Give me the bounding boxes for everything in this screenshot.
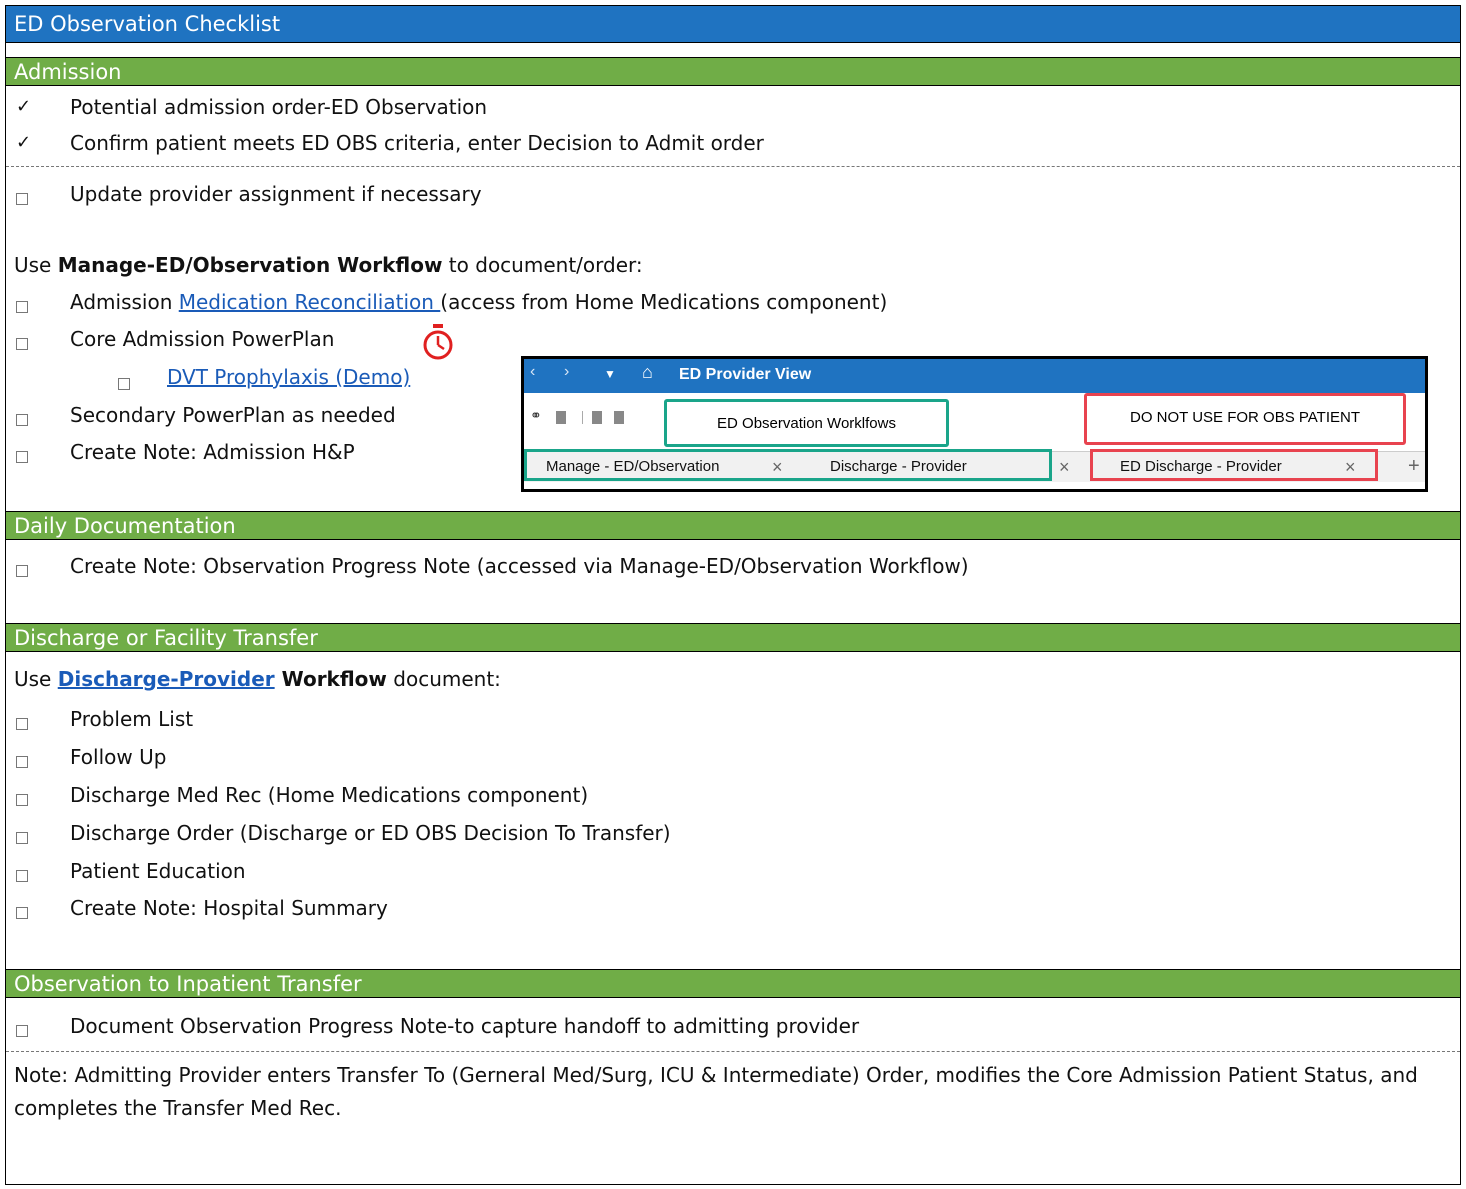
document-icon [592,411,602,424]
tab-ed-discharge-provider[interactable]: ED Discharge - Provider × [1120,452,1356,482]
checkbox-icon[interactable] [16,193,28,205]
checkbox-icon[interactable] [16,301,28,313]
transfer-note: Note: Admitting Provider enters Transfer… [14,1063,1418,1120]
divider [6,166,1460,167]
screenshot-title: ED Provider View [679,366,812,383]
checkbox-icon[interactable] [16,870,28,882]
workflow-tabs: Manage - ED/Observation × Discharge - Pr… [524,449,1425,482]
discharge-provider-link[interactable]: Discharge-Provider [58,667,275,691]
add-tab-icon[interactable]: + [1408,452,1420,480]
checkmark-icon: ✓ [16,132,32,153]
back-arrow-icon: ‹ [530,363,536,380]
divider [6,1051,1460,1052]
dvt-prophylaxis-link[interactable]: DVT Prophylaxis (Demo) [167,364,410,390]
document-icon [614,411,624,424]
section-header-discharge: Discharge or Facility Transfer [6,623,1460,652]
screenshot-header: ‹ › ▼ ⌂ ED Provider View [524,359,1425,393]
document-icon [556,411,566,424]
checkbox-icon[interactable] [16,832,28,844]
checkbox-icon[interactable] [16,756,28,768]
document-title: ED Observation Checklist [6,6,1460,43]
toolbar-separator [582,411,583,424]
close-icon[interactable]: × [1059,452,1070,482]
section-header-inpatient-transfer: Observation to Inpatient Transfer [6,969,1460,998]
forward-arrow-icon: › [564,363,570,380]
ed-provider-view-screenshot: ‹ › ▼ ⌂ ED Provider View ⚭ ED Observatio… [521,356,1428,492]
tab-manage-ed-observation[interactable]: Manage - ED/Observation × [546,452,783,482]
close-icon[interactable]: × [1345,452,1356,482]
stopwatch-icon [423,324,453,360]
checkbox-icon[interactable] [16,414,28,426]
checkbox-icon[interactable] [16,718,28,730]
checkbox-icon[interactable] [16,794,28,806]
dropdown-arrow-icon: ▼ [604,367,616,381]
checkbox-icon[interactable] [16,565,28,577]
checkbox-icon[interactable] [118,378,130,390]
tab-discharge-provider[interactable]: Discharge - Provider [830,452,967,482]
medication-reconciliation-link[interactable]: Medication Reconciliation [179,290,441,314]
close-icon[interactable]: × [772,452,783,482]
checkbox-icon[interactable] [16,907,28,919]
binoculars-icon: ⚭ [530,407,542,423]
section-header-daily-documentation: Daily Documentation [6,511,1460,540]
checkmark-icon: ✓ [16,96,32,117]
home-icon: ⌂ [642,362,653,382]
section-header-admission: Admission [6,57,1460,86]
observation-workflows-callout: ED Observation Worklfows [664,399,949,447]
screenshot-toolbar: ⚭ ED Observation Worklfows DO NOT USE FO… [524,393,1425,449]
do-not-use-callout: DO NOT USE FOR OBS PATIENT [1084,393,1406,445]
checkbox-icon[interactable] [16,451,28,463]
checkbox-icon[interactable] [16,338,28,350]
checklist-document: ED Observation Checklist Admission ✓ Pot… [5,5,1461,1185]
checkbox-icon[interactable] [16,1025,28,1037]
workflow-name: Manage-ED/Observation Workflow [57,253,443,277]
